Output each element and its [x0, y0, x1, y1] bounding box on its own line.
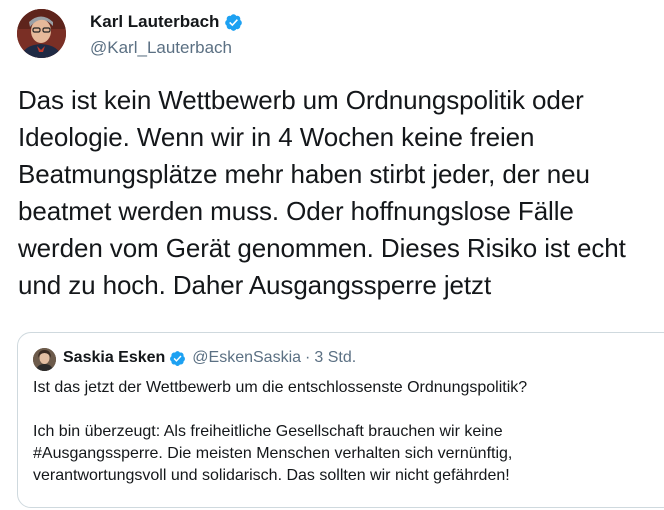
author-avatar[interactable]: [17, 9, 66, 58]
quoted-text-line: #Ausgangssperre. Die meisten Menschen ve…: [33, 445, 513, 462]
quoted-author-handle[interactable]: @EskenSaskia: [192, 349, 301, 367]
quoted-text-line: verantwortungsvoll und solidarisch. Das …: [33, 467, 510, 484]
tweet-text-line: und zu hoch. Daher Ausgangssperre jetzt: [18, 270, 492, 300]
tweet: Karl Lauterbach @Karl_Lauterbach Das ist…: [0, 0, 664, 510]
quoted-tweet-timestamp[interactable]: 3 Std.: [314, 349, 356, 367]
quoted-author-avatar[interactable]: [33, 348, 56, 371]
tweet-text: Das ist kein Wettbewerb um Ordnungspolit…: [18, 82, 664, 304]
verified-badge-icon: [224, 13, 243, 32]
author-display-name[interactable]: Karl Lauterbach: [90, 12, 219, 32]
quoted-author-name[interactable]: Saskia Esken: [63, 349, 165, 367]
avatar-portrait-icon: [33, 348, 56, 371]
author-handle[interactable]: @Karl_Lauterbach: [90, 38, 232, 58]
author-name-row[interactable]: Karl Lauterbach: [90, 12, 243, 32]
tweet-text-line: Beatmungsplätze mehr haben stirbt jeder,…: [18, 159, 590, 189]
avatar-portrait-icon: [17, 9, 66, 58]
tweet-text-line: Ideologie. Wenn wir in 4 Wochen keine fr…: [18, 122, 535, 152]
quoted-tweet-text: Ist das jetzt der Wettbewerb um die ents…: [33, 377, 664, 487]
quoted-tweet-header: Saskia Esken @EskenSaskia · 3 Std.: [63, 349, 356, 367]
quoted-text-line: Ich bin überzeugt: Als freiheitliche Ges…: [33, 423, 503, 440]
tweet-text-line: beatmet werden muss. Oder hoffnungslose …: [18, 196, 574, 226]
header-separator: ·: [305, 349, 311, 366]
verified-badge-icon: [169, 350, 186, 367]
tweet-text-line: Das ist kein Wettbewerb um Ordnungspolit…: [18, 85, 584, 115]
quoted-text-line: Ist das jetzt der Wettbewerb um die ents…: [33, 379, 528, 396]
quoted-tweet-card[interactable]: Saskia Esken @EskenSaskia · 3 Std. Ist d…: [17, 332, 664, 508]
tweet-text-line: werden vom Gerät genommen. Dieses Risiko…: [18, 233, 626, 263]
